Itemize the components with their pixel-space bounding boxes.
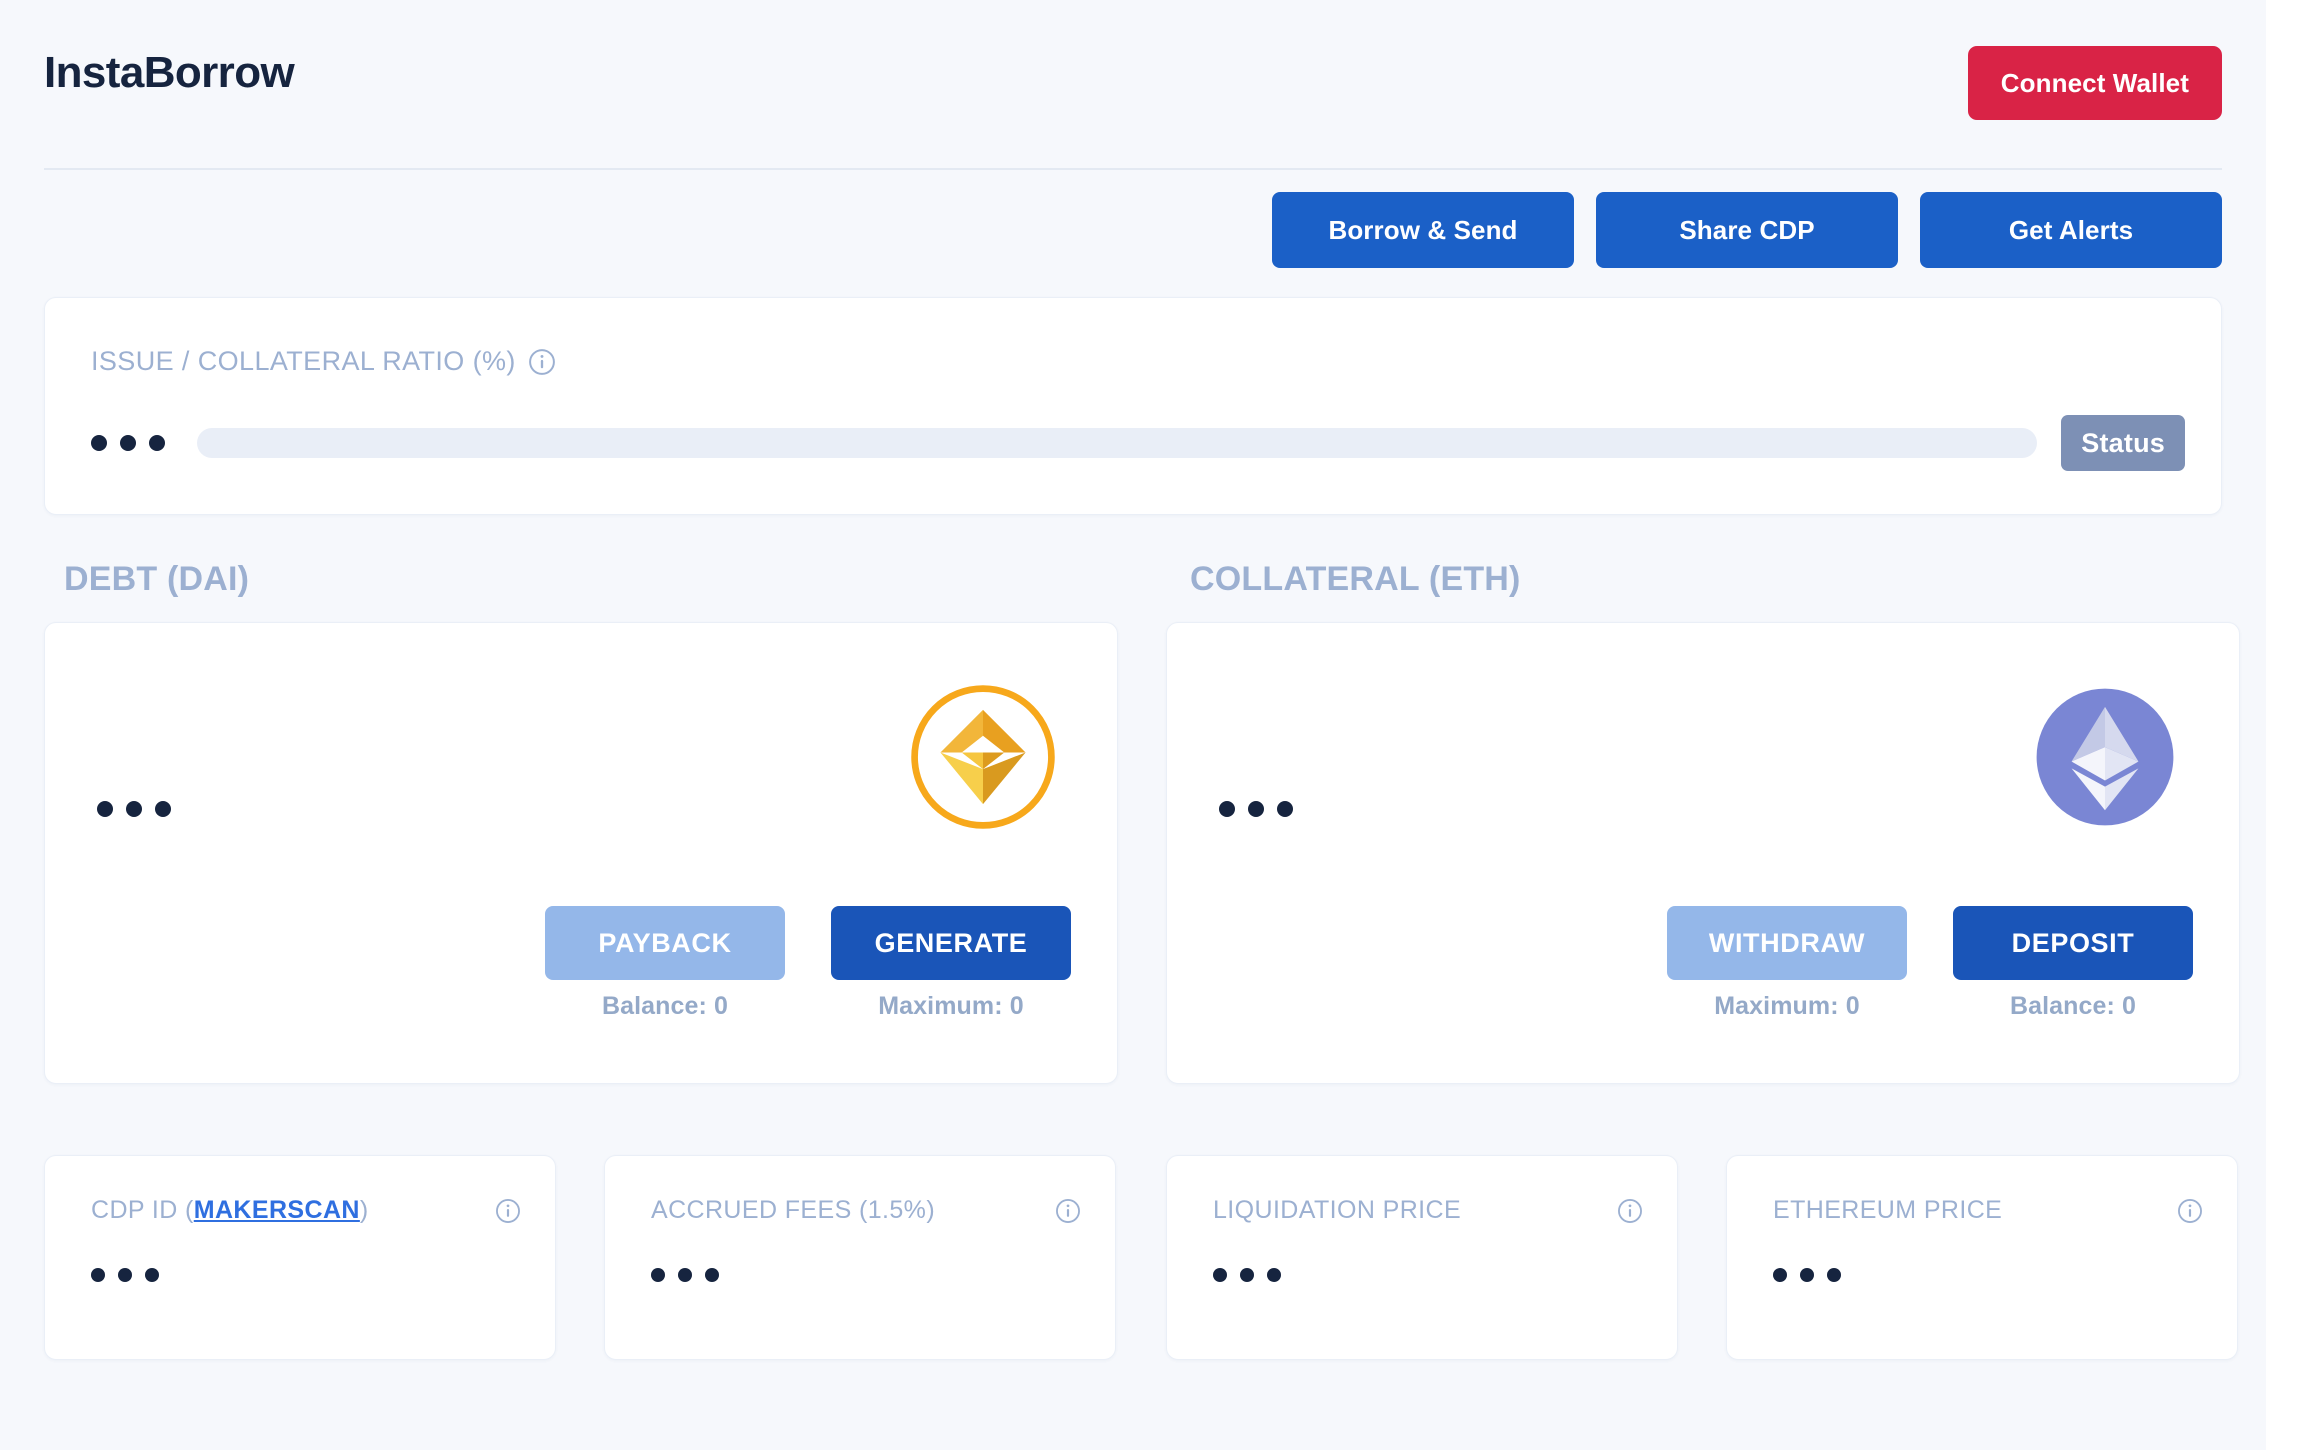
ratio-label: ISSUE / COLLATERAL RATIO (%) [91,346,516,376]
accrued-fees-header: ACCRUED FEES (1.5%) [651,1196,1081,1225]
ratio-value-loading-dots [91,435,165,451]
share-cdp-button[interactable]: Share CDP [1596,192,1898,268]
generate-button[interactable]: GENERATE [831,906,1071,980]
generate-action-group: GENERATE Maximum: 0 [831,906,1071,1021]
payback-hint: Balance: 0 [601,992,729,1020]
app-shell: InstaBorrow Connect Wallet Borrow & Send… [0,0,2266,1450]
cdp-id-label-prefix: CDP ID ( [91,1196,194,1224]
debt-actions: PAYBACK Balance: 0 GENERATE Maximum: 0 [545,906,1071,1021]
payback-action-group: PAYBACK Balance: 0 [545,906,785,1021]
cdp-id-label-suffix: ) [359,1196,369,1224]
cdp-id-label: CDP ID (MAKERSCAN) [91,1196,369,1225]
debt-section-title: DEBT (DAI) [64,560,250,598]
ethereum-price-value-loading-dots [1773,1268,1841,1282]
ethereum-price-header: ETHEREUM PRICE [1773,1196,2203,1225]
accrued-fees-label: ACCRUED FEES (1.5%) [651,1196,936,1224]
withdraw-button[interactable]: WITHDRAW [1667,906,1907,980]
ratio-progress-bar[interactable] [197,428,2038,458]
accrued-fees-value-loading-dots [651,1268,719,1282]
makerscan-link[interactable]: MAKERSCAN [194,1196,360,1224]
app-header: InstaBorrow Connect Wallet [0,0,2266,170]
withdraw-action-group: WITHDRAW Maximum: 0 [1667,906,1907,1021]
connect-wallet-button[interactable]: Connect Wallet [1967,46,2222,120]
brand-logo-text: InstaBorrow [44,48,295,97]
ratio-bar-row: Status [91,408,2185,478]
liquidation-price-value-loading-dots [1213,1268,1281,1282]
deposit-hint: Balance: 0 [2009,992,2137,1020]
info-icon[interactable] [1617,1198,1643,1224]
accrued-fees-card: ACCRUED FEES (1.5%) [604,1155,1116,1360]
status-badge: Status [2061,415,2185,471]
deposit-button[interactable]: DEPOSIT [1953,906,2193,980]
collateral-panel: WITHDRAW Maximum: 0 DEPOSIT Balance: 0 [1166,622,2240,1084]
ethereum-price-card: ETHEREUM PRICE [1726,1155,2238,1360]
eth-icon [2029,681,2181,833]
withdraw-hint: Maximum: 0 [1714,992,1860,1020]
cdp-id-header: CDP ID (MAKERSCAN) [91,1196,521,1225]
liquidation-price-header: LIQUIDATION PRICE [1213,1196,1643,1225]
get-alerts-button[interactable]: Get Alerts [1920,192,2222,268]
info-icon[interactable] [495,1198,521,1224]
dai-icon [907,681,1059,833]
collateral-section-title: COLLATERAL (ETH) [1190,560,1521,598]
liquidation-price-label: LIQUIDATION PRICE [1213,1196,1462,1224]
top-action-toolbar: Borrow & Send Share CDP Get Alerts [44,192,2222,268]
issue-collateral-ratio-card: ISSUE / COLLATERAL RATIO (%) Status [44,297,2222,515]
generate-hint: Maximum: 0 [878,992,1024,1020]
borrow-and-send-button[interactable]: Borrow & Send [1272,192,1574,268]
ratio-label-row: ISSUE / COLLATERAL RATIO (%) [91,346,556,377]
collateral-actions: WITHDRAW Maximum: 0 DEPOSIT Balance: 0 [1667,906,2193,1021]
header-divider [44,168,2222,170]
debt-panel: PAYBACK Balance: 0 GENERATE Maximum: 0 [44,622,1118,1084]
info-icon[interactable] [2177,1198,2203,1224]
info-icon[interactable] [528,348,556,376]
liquidation-price-card: LIQUIDATION PRICE [1166,1155,1678,1360]
ethereum-price-label: ETHEREUM PRICE [1773,1196,2003,1224]
payback-button[interactable]: PAYBACK [545,906,785,980]
info-icon[interactable] [1055,1198,1081,1224]
cdp-id-value-loading-dots [91,1268,159,1282]
collateral-amount-loading-dots [1219,801,1293,817]
cdp-id-card: CDP ID (MAKERSCAN) [44,1155,556,1360]
debt-amount-loading-dots [97,801,171,817]
deposit-action-group: DEPOSIT Balance: 0 [1953,906,2193,1021]
app-page: InstaBorrow Connect Wallet Borrow & Send… [0,0,2300,1450]
